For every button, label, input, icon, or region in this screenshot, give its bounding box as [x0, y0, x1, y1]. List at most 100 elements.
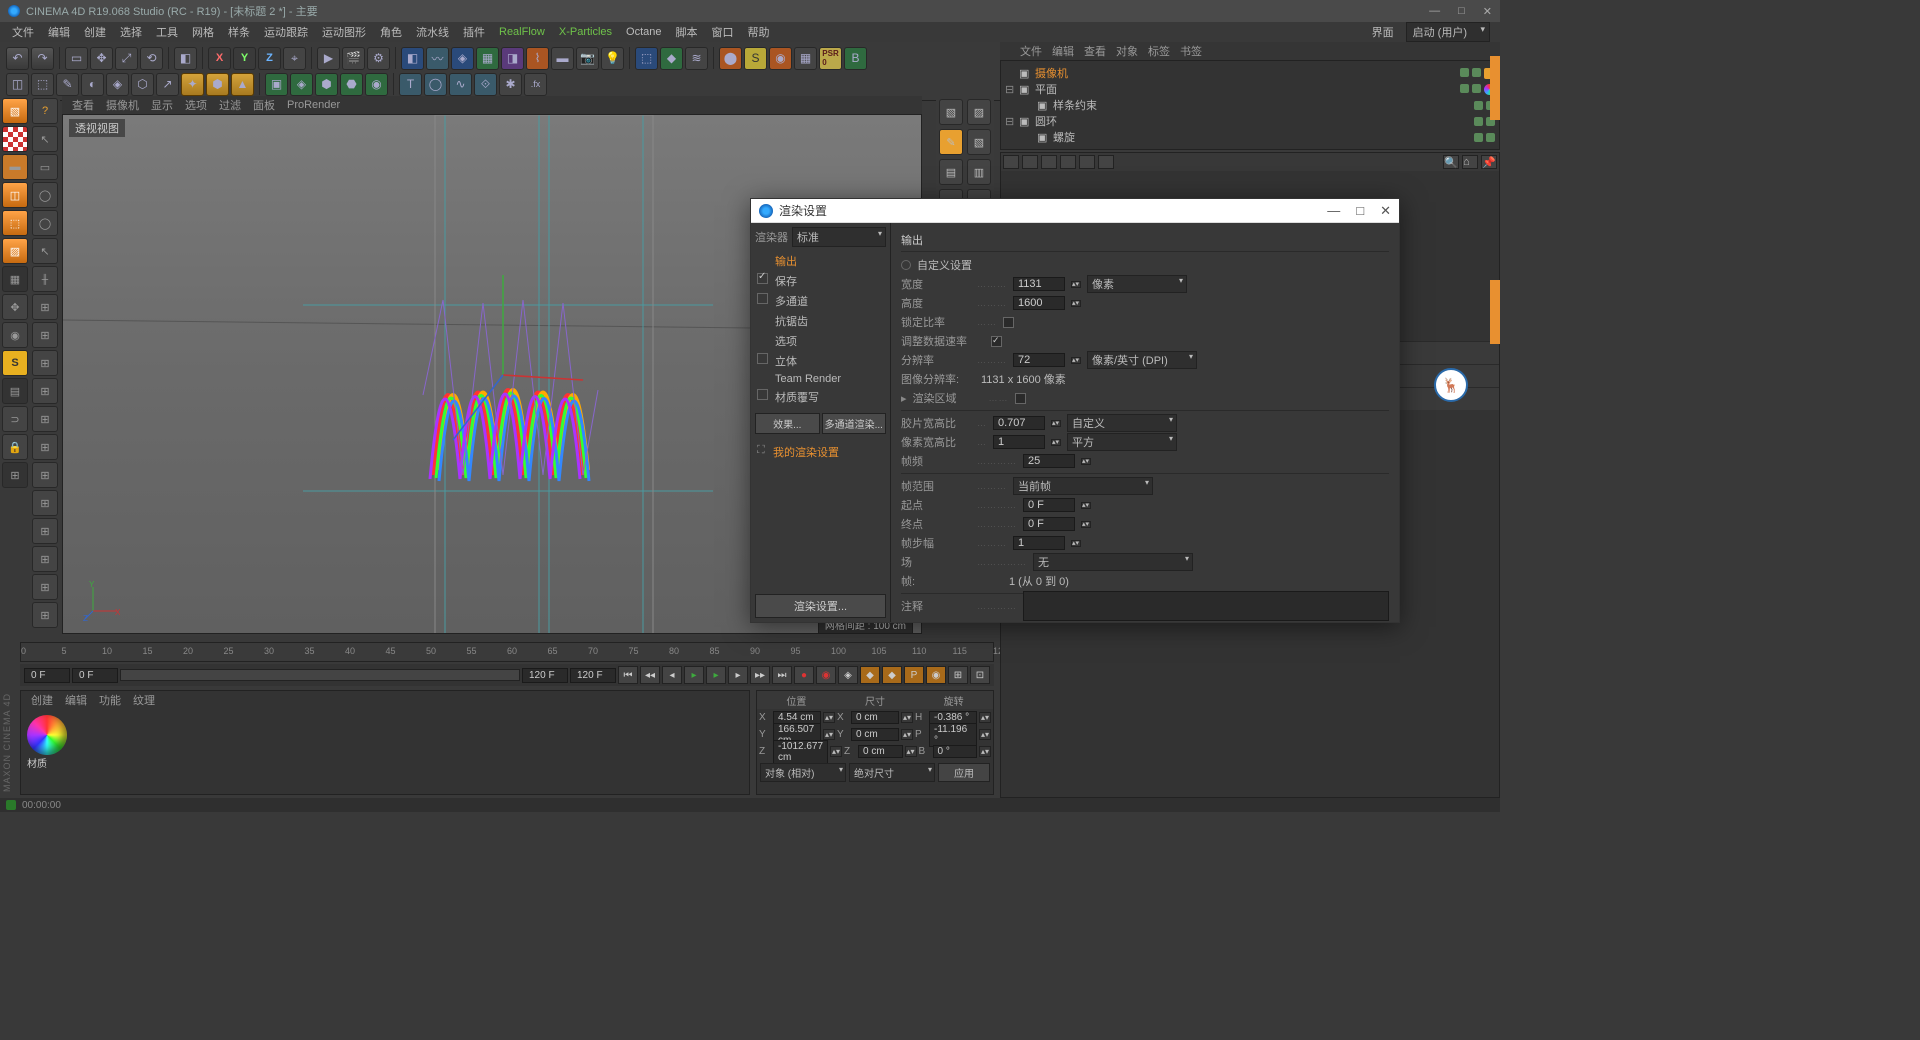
om-tab-tags[interactable]: 标签: [1148, 43, 1170, 59]
render-sidebar-保存[interactable]: 保存: [755, 271, 886, 291]
my-render-settings[interactable]: 我的渲染设置: [755, 442, 886, 462]
arrow-button[interactable]: ↖: [32, 126, 58, 152]
lasso2-button[interactable]: ◯: [32, 210, 58, 236]
attr-home-icon[interactable]: ⌂: [1462, 155, 1478, 169]
rotate-button[interactable]: ⟲: [140, 47, 163, 70]
plugin-b-button[interactable]: B: [844, 47, 867, 70]
object-样条约束[interactable]: 样条约束: [1053, 97, 1097, 113]
om-tab-bookmarks[interactable]: 书签: [1180, 43, 1202, 59]
tool-row2-7[interactable]: ↗: [156, 73, 179, 96]
object-摄像机[interactable]: 摄像机: [1035, 65, 1068, 81]
menu-realflow[interactable]: RealFlow: [493, 24, 551, 40]
z-axis-button[interactable]: Z: [258, 47, 281, 70]
tool-row2-10[interactable]: ▲: [231, 73, 254, 96]
close-button[interactable]: ✕: [1483, 5, 1492, 18]
attr-icon-5[interactable]: [1079, 155, 1095, 169]
locked-button[interactable]: 🔒: [2, 434, 28, 460]
grid8-button[interactable]: ⊞: [32, 462, 58, 488]
grid6-button[interactable]: ⊞: [32, 406, 58, 432]
om-tab-objects[interactable]: 对象: [1116, 43, 1138, 59]
r1[interactable]: ▧: [939, 99, 963, 125]
grid2-button[interactable]: ⊞: [32, 294, 58, 320]
render-pv-button[interactable]: 🎬: [342, 47, 365, 70]
res-field[interactable]: 72: [1013, 353, 1065, 367]
end-spin[interactable]: ▴▾: [1081, 521, 1091, 528]
extrude-button[interactable]: ◨: [501, 47, 524, 70]
coord-system-button[interactable]: ⌖: [283, 47, 306, 70]
minimize-button[interactable]: —: [1429, 5, 1440, 18]
pixel-spin[interactable]: ▴▾: [1051, 439, 1061, 446]
pos-Z-field[interactable]: -1012.677 cm: [773, 740, 828, 764]
menu-motion-tracking[interactable]: 运动跟踪: [258, 22, 314, 42]
material-item[interactable]: 材质: [27, 715, 67, 770]
attr-icon-3[interactable]: [1041, 155, 1057, 169]
grid11-button[interactable]: ⊞: [32, 546, 58, 572]
tool-row2-9[interactable]: ⬢: [206, 73, 229, 96]
current-frame-field[interactable]: 0 F: [24, 668, 70, 683]
film-combo[interactable]: 自定义: [1067, 414, 1177, 432]
menu-help[interactable]: 帮助: [742, 22, 776, 42]
menu-mesh[interactable]: 网格: [186, 22, 220, 42]
scale-button[interactable]: ⤢: [115, 47, 138, 70]
menu-character[interactable]: 角色: [374, 22, 408, 42]
play-backward-button[interactable]: ▸: [684, 666, 704, 684]
size-Y-field[interactable]: 0 cm: [851, 728, 899, 741]
tool-row2-6[interactable]: ⬡: [131, 73, 154, 96]
dialog-minimize-button[interactable]: —: [1327, 203, 1340, 219]
move-button[interactable]: ✥: [90, 47, 113, 70]
redo-button[interactable]: ↷: [31, 47, 54, 70]
spline-pen-button[interactable]: 〰: [426, 47, 449, 70]
lasso-button[interactable]: ◯: [32, 182, 58, 208]
grid10-button[interactable]: ⊞: [32, 518, 58, 544]
render-settings-bottom-button[interactable]: 渲染设置...: [755, 594, 886, 618]
grid9-button[interactable]: ⊞: [32, 490, 58, 516]
polygons-button[interactable]: ▦: [2, 266, 28, 292]
magnet-button[interactable]: ⊃: [2, 406, 28, 432]
menu-edit[interactable]: 编辑: [42, 22, 76, 42]
render-sidebar-材质覆写[interactable]: 材质覆写: [755, 387, 886, 407]
attr-icon-1[interactable]: [1003, 155, 1019, 169]
grid-button[interactable]: ⊞: [2, 462, 28, 488]
last-frame-button[interactable]: ⏭: [772, 666, 792, 684]
key-s-button[interactable]: ◆: [882, 666, 902, 684]
attr-search-icon[interactable]: 🔍: [1443, 155, 1459, 169]
menu-spline[interactable]: 样条: [222, 22, 256, 42]
renderer-select[interactable]: 标准: [792, 227, 886, 247]
menu-mograph[interactable]: 运动图形: [316, 22, 372, 42]
range-start-field[interactable]: 0 F: [72, 668, 118, 683]
width-spin[interactable]: ▴▾: [1071, 281, 1081, 288]
points-button[interactable]: ⬚: [2, 210, 28, 236]
mat-tab-func[interactable]: 功能: [99, 692, 121, 708]
r3[interactable]: ▧: [967, 129, 991, 155]
attr-pin-icon[interactable]: 📌: [1481, 155, 1497, 169]
object-tree[interactable]: ▣摄像机⊟▣平面▣样条约束⊟▣圆环▣螺旋: [1000, 60, 1500, 150]
menu-window[interactable]: 窗口: [706, 22, 740, 42]
col-button[interactable]: ╫: [32, 266, 58, 292]
r4[interactable]: ▤: [939, 159, 963, 185]
menu-select[interactable]: 选择: [114, 22, 148, 42]
plugin-button-3[interactable]: ▦: [794, 47, 817, 70]
step-spin[interactable]: ▴▾: [1071, 540, 1081, 547]
plugin-button-1[interactable]: ⬤: [719, 47, 742, 70]
render-sidebar-输出[interactable]: 输出: [755, 251, 886, 271]
res-unit[interactable]: 像素/英寸 (DPI): [1087, 351, 1197, 369]
rect-select-button[interactable]: ▭: [32, 154, 58, 180]
height-spin[interactable]: ▴▾: [1071, 300, 1081, 307]
range-combo[interactable]: 当前帧: [1013, 477, 1153, 495]
psr-button[interactable]: PSR0: [819, 47, 842, 70]
r5[interactable]: ▥: [967, 159, 991, 185]
viewport-solo-button[interactable]: ▤: [2, 378, 28, 404]
width-field[interactable]: 1131: [1013, 277, 1065, 291]
attr-icon-6[interactable]: [1098, 155, 1114, 169]
menu-pipeline[interactable]: 流水线: [410, 22, 455, 42]
om-tab-view[interactable]: 查看: [1084, 43, 1106, 59]
vp-menu-panel[interactable]: 面板: [253, 97, 275, 113]
grid13-button[interactable]: ⊞: [32, 602, 58, 628]
vp-menu-options[interactable]: 选项: [185, 97, 207, 113]
plugin-button-2[interactable]: ◉: [769, 47, 792, 70]
play-forward-button[interactable]: ▸: [706, 666, 726, 684]
render-sidebar-立体[interactable]: 立体: [755, 351, 886, 371]
note-textarea[interactable]: [1023, 591, 1389, 621]
mat-tab-edit[interactable]: 编辑: [65, 692, 87, 708]
plugin-s-button[interactable]: S: [744, 47, 767, 70]
